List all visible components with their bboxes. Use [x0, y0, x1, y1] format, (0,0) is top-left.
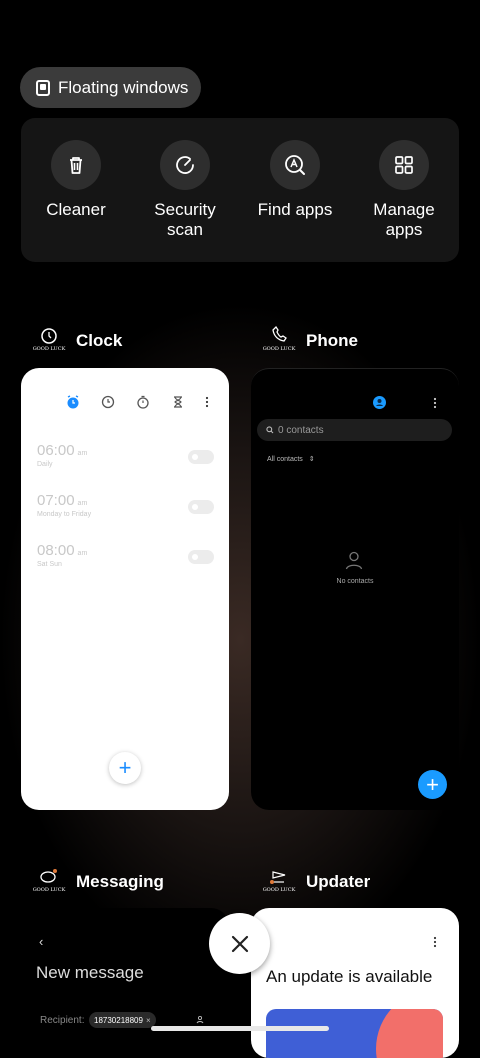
alarm-tab-icon[interactable]	[65, 394, 81, 410]
security-scan-label: Security scan	[154, 200, 216, 239]
recipient-chip[interactable]: 18730218809 ×	[89, 1012, 156, 1028]
good-luck-logo-icon: GOOD LUCK	[30, 326, 68, 356]
phone-app-name: Phone	[306, 331, 358, 350]
alarm-repeat: Monday to Friday	[37, 511, 92, 518]
clock-app-card[interactable]: 06:00 am Daily 07:00 am Monday to Friday 0…	[21, 368, 229, 810]
grid-icon	[379, 140, 429, 190]
update-headline: An update is available	[266, 967, 433, 986]
find-apps-icon	[270, 140, 320, 190]
find-apps-label: Find apps	[257, 200, 333, 219]
good-luck-logo-icon: GOOD LUCK	[260, 867, 298, 897]
stopwatch-tab-icon[interactable]	[136, 395, 150, 409]
messaging-app-header: GOOD LUCK Messaging	[30, 867, 164, 897]
alarm-item[interactable]: 06:00 am Daily	[37, 442, 87, 468]
updater-app-name: Updater	[306, 872, 371, 891]
empty-contact-icon	[345, 551, 363, 570]
alarm-time: 07:00	[37, 492, 75, 509]
more-options-icon[interactable]	[203, 396, 211, 408]
messaging-app-card[interactable]: ‹ New message Recipient: 18730218809 ×	[21, 908, 229, 1058]
cleaner-label: Cleaner	[46, 200, 106, 219]
alarm-toggle[interactable]	[188, 500, 214, 514]
alarm-toggle[interactable]	[188, 450, 214, 464]
alarm-ampm: am	[77, 500, 88, 507]
good-luck-logo-icon: GOOD LUCK	[30, 867, 68, 897]
more-options-icon[interactable]	[431, 936, 439, 948]
recipient-label: Recipient:	[40, 1015, 85, 1026]
updater-app-header: GOOD LUCK Updater	[260, 867, 370, 897]
search-icon	[266, 426, 274, 434]
contact-picker-icon[interactable]	[196, 1015, 204, 1024]
floating-windows-label: Floating windows	[58, 77, 189, 97]
update-banner-image	[266, 1009, 443, 1058]
trash-icon	[51, 140, 101, 190]
new-message-title: New message	[36, 963, 144, 982]
search-placeholder: 0 contacts	[278, 424, 324, 436]
alarm-time: 08:00	[37, 542, 75, 559]
alarm-item[interactable]: 07:00 am Monday to Friday	[37, 492, 91, 518]
close-icon	[231, 935, 248, 952]
add-alarm-button[interactable]: +	[109, 752, 141, 784]
messaging-app-name: Messaging	[76, 872, 164, 891]
good-luck-logo-icon: GOOD LUCK	[260, 325, 298, 356]
add-contact-button[interactable]: +	[418, 770, 447, 799]
remove-recipient-icon[interactable]: ×	[146, 1016, 151, 1025]
alarm-repeat: Sat Sun	[37, 561, 62, 568]
home-indicator[interactable]	[151, 1026, 329, 1031]
contacts-tab-icon[interactable]	[373, 396, 386, 409]
timer-tab-icon[interactable]	[171, 395, 185, 409]
more-options-icon[interactable]	[431, 397, 439, 409]
recipient-number: 18730218809	[94, 1015, 143, 1025]
contacts-search-input[interactable]: 0 contacts	[257, 419, 452, 441]
sort-arrows-icon: ⇕	[308, 456, 315, 463]
updater-app-card[interactable]: An update is available	[251, 908, 459, 1058]
alarm-time: 06:00	[37, 442, 75, 459]
cleaner-button[interactable]: Cleaner	[26, 140, 126, 220]
alarm-ampm: am	[77, 550, 88, 557]
security-scan-button[interactable]: Security scan	[135, 140, 235, 240]
back-arrow-icon[interactable]: ‹	[39, 934, 43, 949]
world-clock-tab-icon[interactable]	[101, 395, 115, 409]
filter-label: All contacts	[267, 456, 303, 463]
manage-apps-button[interactable]: Manage apps	[354, 140, 454, 240]
phone-app-card[interactable]: 0 contacts All contacts ⇕ No contacts +	[251, 368, 459, 810]
alarm-toggle[interactable]	[188, 550, 214, 564]
find-apps-button[interactable]: Find apps	[245, 140, 345, 220]
no-contacts-label: No contacts	[336, 578, 374, 585]
contacts-filter-dropdown[interactable]: All contacts ⇕	[267, 455, 315, 463]
quick-tools-panel: Cleaner Security scan Find apps Manage a…	[21, 118, 459, 262]
phone-app-header: GOOD LUCK Phone	[260, 325, 358, 356]
security-scan-icon	[160, 140, 210, 190]
clock-app-name: Clock	[76, 331, 123, 350]
alarm-ampm: am	[77, 450, 88, 457]
manage-apps-label: Manage apps	[373, 200, 435, 239]
floating-window-icon	[36, 79, 50, 96]
floating-windows-button[interactable]: Floating windows	[20, 67, 201, 108]
alarm-repeat: Daily	[37, 461, 53, 468]
close-all-button[interactable]	[209, 913, 270, 974]
clock-app-header: GOOD LUCK Clock	[30, 326, 122, 356]
alarm-item[interactable]: 08:00 am Sat Sun	[37, 542, 87, 568]
